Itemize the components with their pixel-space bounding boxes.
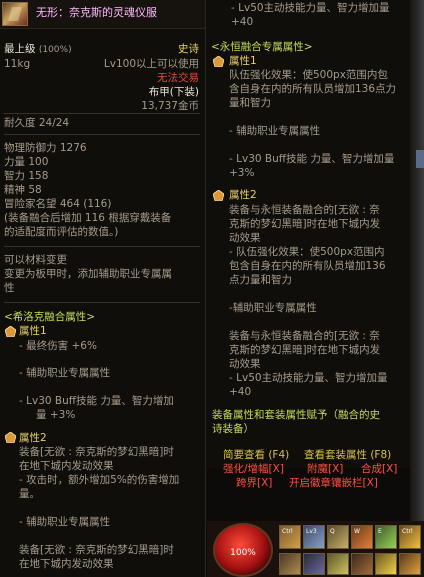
attr-line: - Lv30 Buff技能 力量、智力增加 bbox=[19, 395, 174, 407]
stat-line: (装备融合后增加 116 根据穿戴装备 bbox=[4, 212, 172, 224]
divider bbox=[4, 134, 200, 135]
attr-line: 包含自身在内的所有队员增加136 bbox=[229, 260, 386, 272]
attr-line: - 辅助职业专属属性 bbox=[19, 367, 111, 379]
attr-line: 量和智力 bbox=[229, 97, 271, 109]
attr-line: 队伍强化效果：使500px范围内包 bbox=[229, 69, 388, 81]
attr-line: 动效果 bbox=[229, 232, 261, 244]
hp-orb: 100% bbox=[213, 523, 273, 577]
attr-line: 点力量和智力 bbox=[229, 274, 292, 286]
durability: 耐久度 24/24 bbox=[4, 117, 70, 129]
gem-icon bbox=[213, 56, 224, 67]
enchant-link[interactable]: 附魔[X] bbox=[307, 463, 343, 476]
attr-line: 量 +3% bbox=[36, 409, 76, 421]
material-change-desc: 性 bbox=[4, 282, 15, 294]
skill-slot[interactable]: Ctrl bbox=[399, 525, 421, 549]
attr1-label: 属性1 bbox=[229, 55, 257, 67]
item-name: 无形：奈克斯的灵魂仪服 bbox=[36, 6, 157, 19]
attr-line: 装备[无欲 : 奈克斯的梦幻黑暗]时 bbox=[19, 544, 174, 556]
stat-line: 冒险家名望 464 (116) bbox=[4, 198, 112, 210]
skill-slot[interactable]: Lv3 bbox=[303, 525, 325, 549]
divider bbox=[4, 113, 200, 114]
attr-line: 装备与永恒装备融合的[无欲 : 奈 bbox=[229, 330, 380, 342]
stat-line: 力量 100 bbox=[4, 156, 49, 168]
stat-line: 的适配度而评估的数值。) bbox=[4, 226, 119, 238]
skill-slot[interactable] bbox=[303, 553, 325, 575]
attr-line: 在地下城内发动效果 bbox=[19, 558, 114, 570]
gem-icon bbox=[213, 190, 224, 201]
fusion-title: <希洛克融合属性> bbox=[4, 311, 96, 323]
attr-line: - Lv50主动技能力量、智力增加量 bbox=[231, 2, 390, 14]
attr-line: - 最终伤害 +6% bbox=[19, 340, 97, 352]
attr-line: - Lv30 Buff技能 力量、智力增加量 bbox=[229, 153, 395, 165]
attr-line: - 队伍强化效果：使500px范围内 bbox=[229, 246, 385, 258]
rarity-label: 史诗 bbox=[178, 43, 199, 55]
attr2-label: 属性2 bbox=[19, 432, 47, 444]
set-note: 装备属性和套装属性赋予（融合的史 bbox=[212, 409, 380, 421]
divider bbox=[4, 246, 200, 247]
attr-line: +40 bbox=[229, 386, 252, 398]
skill-slot[interactable]: Ctrl bbox=[279, 525, 301, 549]
skill-slot[interactable] bbox=[327, 553, 349, 575]
material-change-desc: 变更为板甲时，添加辅助职业专属属 bbox=[4, 268, 172, 280]
skill-slot[interactable]: Q bbox=[327, 525, 349, 549]
level-requirement: Lv100以上可以使用 bbox=[103, 58, 199, 70]
emblem-slot-link[interactable]: 开启徽章镶嵌栏[X] bbox=[289, 477, 378, 490]
divider bbox=[4, 302, 200, 303]
background-edge bbox=[410, 0, 424, 577]
skill-slot[interactable] bbox=[351, 553, 373, 575]
grade-label: 最上级 (100%) bbox=[4, 43, 72, 55]
skill-slot[interactable] bbox=[399, 553, 421, 575]
stat-line: 精神 58 bbox=[4, 184, 42, 196]
attr-line: 克斯的梦幻黑暗]时在地下城内发 bbox=[229, 218, 381, 230]
stat-line: 智力 158 bbox=[4, 170, 49, 182]
attr-line: - Lv50主动技能力量、智力增加量 bbox=[229, 372, 388, 384]
set-attr-link[interactable]: 查看套装属性 (F8) bbox=[304, 449, 391, 462]
item-tooltip-continued: - Lv50主动技能力量、智力增加量 +40 <永恒融合专属属性> 属性1 队伍… bbox=[207, 0, 419, 468]
attr1-label: 属性1 bbox=[19, 325, 47, 337]
hp-percent: 100% bbox=[230, 548, 256, 558]
item-type: 布甲(下装) bbox=[148, 86, 199, 98]
game-hud: 100% Ctrl Lv3 Q W E Ctrl bbox=[207, 521, 424, 577]
cross-link[interactable]: 跨界[X] bbox=[236, 477, 272, 490]
attr-line: 装备与永恒装备融合的[无欲 : 奈 bbox=[229, 204, 380, 216]
eternal-fusion-title: <永恒融合专属属性> bbox=[211, 41, 313, 53]
attr-line: 含自身在内的所有队员增加136点力 bbox=[229, 83, 397, 95]
item-price: 13,737金币 bbox=[141, 100, 199, 112]
attr-line: - 辅助职业专属属性 bbox=[229, 125, 321, 137]
skill-slot[interactable] bbox=[279, 553, 301, 575]
weight: 11kg bbox=[4, 58, 31, 70]
enhance-link[interactable]: 强化/增幅[X] bbox=[223, 463, 284, 476]
synthesis-link[interactable]: 合成[X] bbox=[361, 463, 397, 476]
attr-line: - 攻击时，额外增加5%的伤害增加 bbox=[19, 474, 180, 486]
set-note: 诗装备） bbox=[212, 423, 254, 435]
gem-icon bbox=[5, 432, 16, 443]
skill-slot[interactable] bbox=[375, 553, 397, 575]
attr-line: 在地下城内发动效果 bbox=[19, 460, 114, 472]
skill-slot[interactable]: W bbox=[351, 525, 373, 549]
item-tooltip: 无形：奈克斯的灵魂仪服 最上级 (100%) 史诗 11kg Lv100以上可以… bbox=[0, 0, 206, 577]
item-icon bbox=[2, 2, 28, 26]
attr-line: - 辅助职业专属属性 bbox=[19, 516, 111, 528]
stat-line: 物理防御力 1276 bbox=[4, 142, 87, 154]
attr-line: 动效果 bbox=[229, 358, 261, 370]
attr-line: +40 bbox=[231, 16, 254, 28]
attr-line: +3% bbox=[229, 167, 255, 179]
attr-line: 克斯的梦幻黑暗]时在地下城内发 bbox=[229, 344, 381, 356]
skill-slot[interactable]: E bbox=[375, 525, 397, 549]
brief-view-link[interactable]: 简要查看 (F4) bbox=[223, 449, 289, 462]
attr-line: -辅助职业专属属性 bbox=[229, 302, 317, 314]
gem-icon bbox=[5, 326, 16, 337]
tooltip-header: 无形：奈克斯的灵魂仪服 bbox=[0, 0, 205, 29]
attr-line: 装备[无欲 : 奈克斯的梦幻黑暗]时 bbox=[19, 446, 174, 458]
attr-line: 量。 bbox=[19, 488, 40, 500]
material-change: 可以材料变更 bbox=[4, 254, 67, 266]
trade-status: 无法交易 bbox=[157, 72, 199, 84]
attr2-label: 属性2 bbox=[229, 189, 257, 201]
action-links: 简要查看 (F4) 查看套装属性 (F8) 强化/增幅[X] 附魔[X] 合成[… bbox=[209, 445, 419, 497]
